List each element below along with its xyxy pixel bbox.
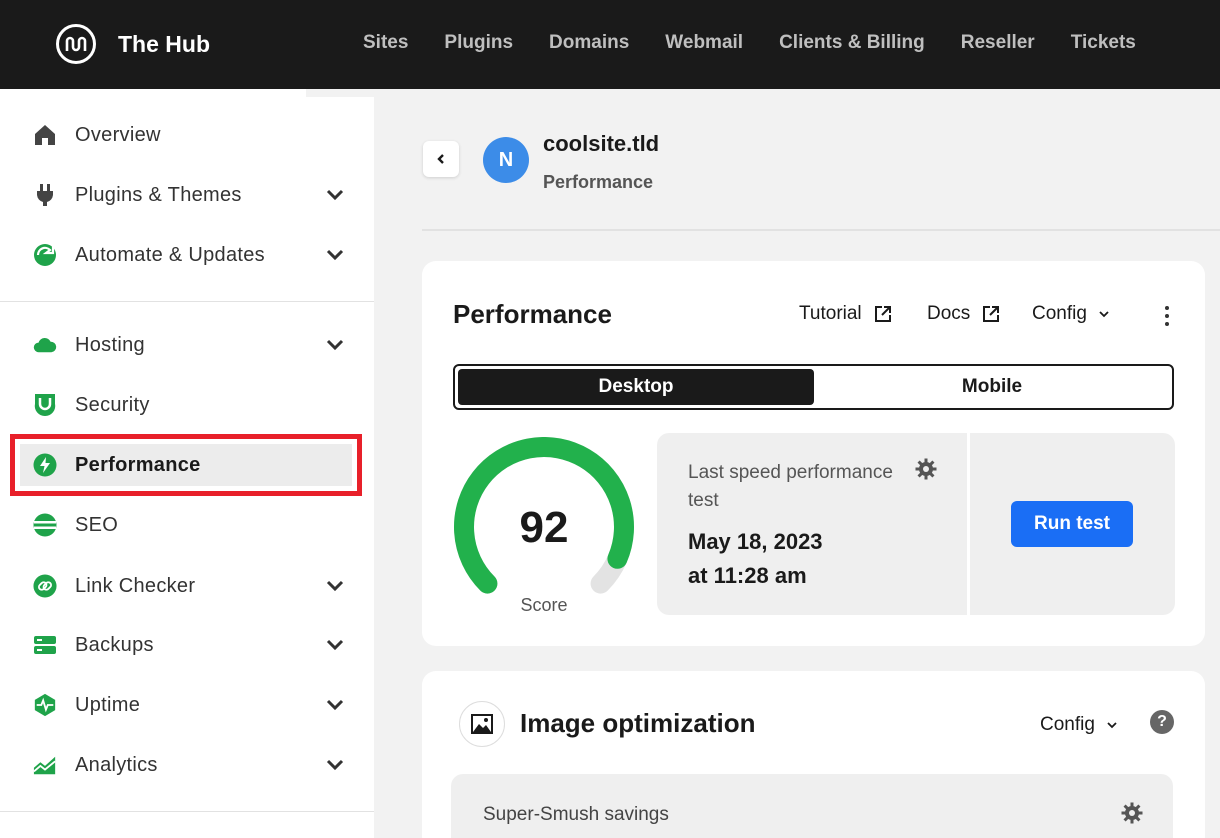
- sidebar-item-label: Plugins & Themes: [75, 183, 242, 206]
- chevron-left-icon: [437, 154, 444, 164]
- chevron-down-icon[interactable]: [324, 694, 346, 716]
- sidebar-item-link-checker[interactable]: Link Checker: [0, 556, 374, 616]
- site-name: coolsite.tld: [543, 131, 660, 156]
- sidebar-item-security[interactable]: Security: [0, 375, 374, 435]
- sidebar-item-label: Security: [75, 393, 150, 416]
- back-button[interactable]: [423, 141, 459, 177]
- topnav-reseller[interactable]: Reseller: [961, 32, 1035, 54]
- last-test-date: May 18, 2023: [688, 529, 823, 554]
- help-icon[interactable]: ?: [1150, 710, 1174, 734]
- run-test-button[interactable]: Run test: [1011, 501, 1133, 547]
- tab-mobile[interactable]: Mobile: [814, 369, 1170, 405]
- home-icon: [33, 123, 57, 147]
- topnav-plugins[interactable]: Plugins: [444, 32, 513, 54]
- score-label: Score: [520, 595, 568, 615]
- hub-logo-icon: [56, 24, 96, 64]
- top-bar: The Hub Sites Plugins Domains Webmail Cl…: [0, 0, 1220, 89]
- top-nav: Sites Plugins Domains Webmail Clients & …: [345, 32, 1154, 54]
- device-toggle: Desktop Mobile: [453, 364, 1174, 410]
- sidebar-item-plugins-themes[interactable]: Plugins & Themes: [0, 165, 374, 225]
- gear-icon[interactable]: [1121, 802, 1143, 824]
- sidebar-item-analytics[interactable]: Analytics: [0, 735, 374, 795]
- chevron-down-icon: [1099, 310, 1109, 318]
- sidebar-item-performance[interactable]: Performance: [0, 435, 374, 495]
- sidebar-item-overview[interactable]: Overview: [0, 105, 374, 165]
- config-label: Config: [1032, 303, 1087, 324]
- topnav-webmail[interactable]: Webmail: [665, 32, 743, 54]
- automate-icon: [33, 243, 57, 267]
- chevron-down-icon[interactable]: [324, 244, 346, 266]
- sidebar-item-label: SEO: [75, 513, 119, 536]
- sidebar-item-label: Hosting: [75, 333, 145, 356]
- cloud-icon: [33, 333, 57, 357]
- sidebar-item-label: Uptime: [75, 693, 141, 716]
- image-optimization-title: Image optimization: [520, 708, 756, 738]
- sidebar-item-hosting[interactable]: Hosting: [0, 315, 374, 375]
- sidebar-item-label: Analytics: [75, 753, 158, 776]
- sidebar-item-label: Automate & Updates: [75, 243, 265, 266]
- topnav-sites[interactable]: Sites: [363, 32, 408, 54]
- topnav-domains[interactable]: Domains: [549, 32, 629, 54]
- last-test-time: at 11:28 am: [688, 563, 807, 588]
- analytics-icon: [33, 753, 57, 777]
- performance-title: Performance: [453, 299, 612, 329]
- chevron-down-icon[interactable]: [324, 184, 346, 206]
- seo-icon: [33, 513, 57, 537]
- tutorial-link[interactable]: Tutorial: [799, 303, 892, 325]
- topnav-clients-billing[interactable]: Clients & Billing: [779, 32, 925, 54]
- docs-link[interactable]: Docs: [927, 303, 1000, 325]
- sidebar-divider: [0, 301, 374, 302]
- chevron-down-icon: [1107, 721, 1117, 729]
- sidebar-item-label: Link Checker: [75, 574, 196, 597]
- smush-savings-panel: Super-Smush savings: [451, 774, 1173, 838]
- smush-savings-label: Super-Smush savings: [483, 804, 669, 825]
- config-dropdown[interactable]: Config: [1032, 303, 1109, 325]
- docs-label: Docs: [927, 303, 971, 324]
- image-icon: [459, 701, 505, 747]
- header-divider: [422, 229, 1220, 231]
- sidebar-item-label: Performance: [75, 453, 201, 476]
- tab-desktop[interactable]: Desktop: [458, 369, 814, 405]
- score-gauge: 92 Score: [451, 437, 637, 617]
- link-icon: [33, 574, 57, 598]
- sidebar-item-uptime[interactable]: Uptime: [0, 675, 374, 735]
- site-avatar: N: [483, 137, 529, 183]
- sidebar-item-backups[interactable]: Backups: [0, 615, 374, 675]
- gear-icon[interactable]: [915, 458, 937, 480]
- last-test-panel: Last speed performance test May 18, 2023…: [657, 433, 1175, 615]
- chevron-down-icon[interactable]: [324, 575, 346, 597]
- sidebar-item-seo[interactable]: SEO: [0, 495, 374, 555]
- brand[interactable]: The Hub: [56, 24, 210, 64]
- page-subtitle: Performance: [543, 172, 654, 192]
- external-link-icon: [874, 305, 892, 323]
- tutorial-label: Tutorial: [799, 303, 862, 324]
- image-config-dropdown[interactable]: Config: [1040, 714, 1117, 736]
- sidebar-item-label: Overview: [75, 123, 161, 146]
- plug-icon: [33, 183, 57, 207]
- more-options-icon[interactable]: [1157, 303, 1177, 329]
- shield-icon: [33, 393, 57, 417]
- sidebar-gap: [306, 89, 374, 97]
- uptime-icon: [33, 693, 57, 717]
- chevron-down-icon[interactable]: [324, 754, 346, 776]
- sidebar-item-automate-updates[interactable]: Automate & Updates: [0, 225, 374, 285]
- last-test-label: Last speed performance test: [688, 462, 893, 511]
- image-optimization-card: Image optimization Config ? Super-Smush …: [422, 671, 1205, 838]
- external-link-icon: [982, 305, 1000, 323]
- panel-divider: [967, 433, 970, 615]
- lightning-icon: [33, 453, 57, 477]
- score-value: 92: [519, 503, 569, 552]
- chevron-down-icon[interactable]: [324, 634, 346, 656]
- sidebar-item-label: Backups: [75, 633, 154, 656]
- performance-card: Performance Tutorial Docs Config Desktop…: [422, 261, 1205, 646]
- backups-icon: [33, 633, 57, 657]
- chevron-down-icon[interactable]: [324, 334, 346, 356]
- last-test-datetime: May 18, 2023 at 11:28 am: [688, 525, 823, 593]
- topnav-tickets[interactable]: Tickets: [1071, 32, 1136, 54]
- image-config-label: Config: [1040, 714, 1095, 735]
- brand-title: The Hub: [118, 30, 210, 57]
- sidebar-divider: [0, 811, 374, 812]
- sidebar: Overview Plugins & Themes Automate & Upd…: [0, 89, 374, 838]
